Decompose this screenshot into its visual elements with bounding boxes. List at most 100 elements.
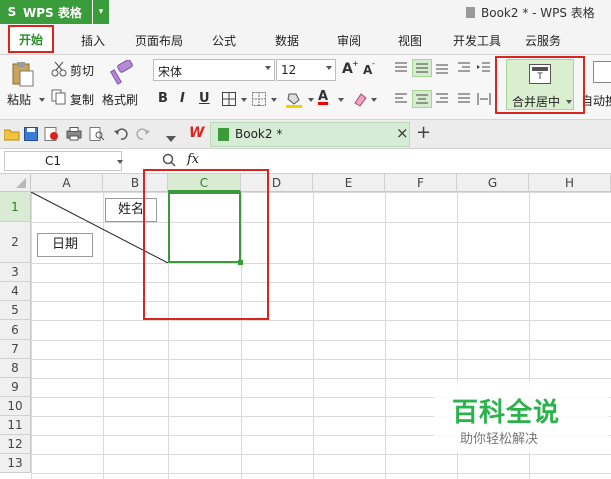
- font-name-select[interactable]: 宋体: [153, 59, 275, 81]
- row-header-8[interactable]: 8: [0, 359, 31, 378]
- paste-dropdown-icon[interactable]: [39, 98, 45, 102]
- column-header-h[interactable]: H: [529, 174, 611, 192]
- watermark: 百科全说 助你轻松解决: [434, 382, 609, 452]
- row-header-6[interactable]: 6: [0, 320, 31, 340]
- borders-icon[interactable]: [222, 92, 236, 109]
- justify-icon[interactable]: [457, 92, 471, 109]
- align-bottom-icon[interactable]: [435, 61, 449, 78]
- window-title: Book2 * - WPS 表格: [466, 4, 595, 21]
- align-top-icon[interactable]: [394, 61, 408, 78]
- clear-format-dropdown-icon[interactable]: [371, 98, 377, 102]
- clear-format-icon[interactable]: [352, 91, 368, 110]
- add-tab-icon[interactable]: +: [416, 122, 431, 143]
- row-header-2[interactable]: 2: [0, 222, 31, 263]
- redo-icon[interactable]: [136, 127, 150, 144]
- row-header-10[interactable]: 10: [0, 397, 31, 416]
- tab-book2[interactable]: Book2 * ×: [210, 122, 410, 147]
- paste-label[interactable]: 粘贴: [7, 91, 31, 108]
- row-header-13[interactable]: 13: [0, 454, 31, 473]
- menu-bar: 插入 页面布局 公式 数据 审阅 视图 开发工具 云服务: [0, 24, 611, 55]
- fill-color-icon[interactable]: [286, 91, 302, 112]
- app-dropdown-icon[interactable]: ▾: [93, 0, 109, 24]
- row-header-12[interactable]: 12: [0, 435, 31, 454]
- row-header-3[interactable]: 3: [0, 263, 31, 282]
- format-painter-icon[interactable]: [108, 59, 134, 89]
- quick-access-dropdown-icon[interactable]: [166, 131, 176, 145]
- underline-button[interactable]: U: [199, 91, 210, 106]
- borders-dropdown-icon[interactable]: [241, 98, 247, 102]
- font-color-dropdown-icon[interactable]: [338, 98, 344, 102]
- text-direction-icon[interactable]: [457, 61, 471, 78]
- spreadsheet-icon: [218, 128, 229, 141]
- format-painter-label[interactable]: 格式刷: [102, 91, 138, 108]
- copy-label[interactable]: 复制: [70, 91, 94, 108]
- column-header-g[interactable]: G: [457, 174, 529, 192]
- column-header-e[interactable]: E: [313, 174, 385, 192]
- save-icon[interactable]: [24, 127, 38, 144]
- shrink-font-arrow-icon: -: [372, 59, 375, 68]
- app-name: WPS 表格: [23, 5, 82, 20]
- document-icon: [466, 7, 475, 18]
- font-size-value: 12: [281, 63, 297, 77]
- name-box[interactable]: C1: [4, 151, 123, 171]
- tab-home[interactable]: 开始: [8, 25, 54, 53]
- print-preview-icon[interactable]: [89, 127, 105, 144]
- scissors-icon[interactable]: [51, 61, 67, 80]
- undo-icon[interactable]: [114, 127, 128, 144]
- date-header-label[interactable]: 日期: [37, 233, 93, 257]
- wps-logo-icon: S: [7, 5, 17, 19]
- row-header-9[interactable]: 9: [0, 378, 31, 397]
- row-header-11[interactable]: 11: [0, 416, 31, 435]
- row-header-1[interactable]: 1: [0, 192, 31, 222]
- copy-icon[interactable]: [51, 89, 67, 108]
- row-header-5[interactable]: 5: [0, 301, 31, 320]
- align-center-icon[interactable]: [412, 90, 432, 108]
- menu-cloud[interactable]: 云服务: [525, 32, 561, 49]
- zoom-magnifier-icon[interactable]: [162, 153, 176, 170]
- menu-formula[interactable]: 公式: [212, 32, 236, 49]
- menu-insert[interactable]: 插入: [81, 32, 105, 49]
- font-color-button[interactable]: A: [318, 89, 328, 104]
- bold-button[interactable]: B: [158, 91, 168, 106]
- align-middle-icon[interactable]: [412, 59, 432, 77]
- formula-input[interactable]: [222, 151, 611, 171]
- export-pdf-icon[interactable]: [44, 127, 60, 144]
- italic-button[interactable]: I: [180, 91, 185, 106]
- close-tab-icon[interactable]: ×: [396, 124, 409, 142]
- merge-center-highlight: [495, 56, 585, 114]
- wrap-text-icon[interactable]: [593, 61, 611, 83]
- align-left-icon[interactable]: [394, 92, 408, 109]
- select-all-corner[interactable]: [0, 174, 31, 192]
- shrink-font-button[interactable]: A: [363, 63, 372, 77]
- cell-style-dropdown-icon[interactable]: [271, 98, 277, 102]
- menu-view[interactable]: 视图: [398, 32, 422, 49]
- menu-developer[interactable]: 开发工具: [453, 32, 501, 49]
- wps-home-icon[interactable]: W: [189, 125, 204, 141]
- distributed-align-icon[interactable]: [477, 92, 491, 109]
- fill-color-dropdown-icon[interactable]: [308, 98, 314, 102]
- wrap-text-label[interactable]: 自动换: [581, 92, 611, 109]
- watermark-title: 百科全说: [452, 398, 561, 428]
- indent-icon[interactable]: [477, 61, 491, 78]
- cut-label[interactable]: 剪切: [70, 62, 94, 79]
- print-icon[interactable]: [66, 127, 82, 144]
- fx-icon[interactable]: fx: [187, 152, 199, 167]
- menu-review[interactable]: 审阅: [337, 32, 361, 49]
- column-header-a[interactable]: A: [31, 174, 103, 192]
- grow-font-arrow-icon: +: [352, 59, 359, 68]
- paste-icon[interactable]: [10, 61, 34, 87]
- doc-tab-label: Book2 *: [235, 127, 283, 141]
- row-header-4[interactable]: 4: [0, 282, 31, 301]
- cell-style-icon[interactable]: [252, 92, 266, 109]
- menu-page-layout[interactable]: 页面布局: [135, 32, 183, 49]
- watermark-subtitle: 助你轻松解决: [460, 432, 539, 447]
- menu-data[interactable]: 数据: [275, 32, 299, 49]
- row-header-7[interactable]: 7: [0, 340, 31, 359]
- font-size-select[interactable]: 12: [276, 59, 336, 81]
- window-title-text: Book2 * - WPS 表格: [481, 6, 595, 20]
- align-right-icon[interactable]: [435, 92, 449, 109]
- app-menu-button[interactable]: S WPS 表格: [0, 0, 92, 24]
- name-box-dropdown-icon[interactable]: [117, 160, 123, 164]
- folder-open-icon[interactable]: [3, 127, 20, 144]
- column-header-f[interactable]: F: [385, 174, 457, 192]
